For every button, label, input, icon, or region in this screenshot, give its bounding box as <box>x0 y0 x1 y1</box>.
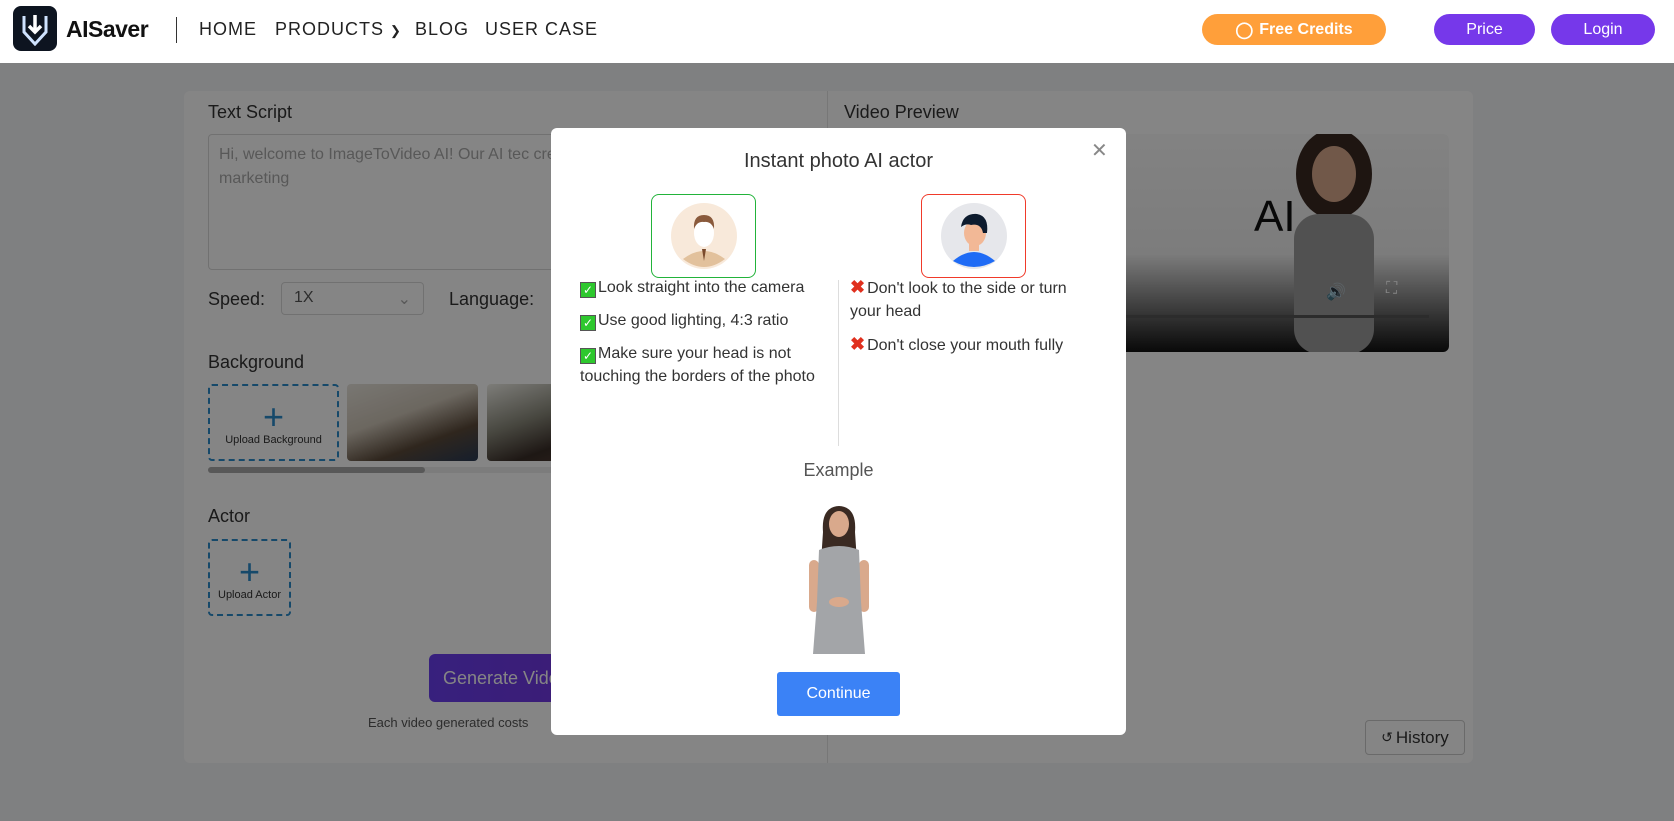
bad-example-avatar <box>921 194 1026 278</box>
do-item-text: Look straight into the camera <box>598 279 805 296</box>
do-item-text: Make sure your head is not touching the … <box>580 345 815 385</box>
nav-products[interactable]: PRODUCTS ❯ <box>275 19 402 40</box>
nav-products-label: PRODUCTS <box>275 19 385 39</box>
nav-user-case[interactable]: USER CASE <box>485 19 598 40</box>
front-facing-person-icon <box>670 203 737 269</box>
modal-title: Instant photo AI actor <box>743 150 933 172</box>
continue-button[interactable]: Continue <box>777 672 900 716</box>
login-button[interactable]: Login <box>1551 14 1655 45</box>
divider <box>176 17 177 43</box>
instant-photo-modal: Instant photo AI actor ✕ ✓ Look straight … <box>551 128 1126 735</box>
example-actor-image <box>809 506 869 654</box>
close-icon[interactable]: ✕ <box>1091 138 1108 163</box>
side-facing-person-icon <box>940 203 1007 269</box>
free-credits-label: Free Credits <box>1259 20 1353 38</box>
nav-blog[interactable]: BLOG <box>415 19 469 40</box>
nav-home[interactable]: HOME <box>199 19 257 40</box>
check-icon: ✓ <box>580 348 596 364</box>
do-item: ✓ Make sure your head is not touching the… <box>580 342 830 388</box>
price-button[interactable]: Price <box>1434 14 1535 45</box>
check-icon: ✓ <box>580 315 596 331</box>
good-example-avatar <box>651 194 756 278</box>
free-credits-button[interactable]: ◯ Free Credits <box>1202 14 1386 45</box>
dont-item-text: Don't look to the side or turn your head <box>850 280 1067 320</box>
cross-icon: ✖ <box>850 277 866 297</box>
dont-item: ✖ Don't close your mouth fully <box>850 333 1100 357</box>
chevron-down-icon: ❯ <box>390 23 402 38</box>
example-label: Example <box>803 460 874 480</box>
check-icon: ✓ <box>580 282 596 298</box>
modal-divider <box>838 280 839 446</box>
download-shield-icon <box>22 14 48 46</box>
do-item: ✓ Look straight into the camera <box>580 276 830 299</box>
do-item-text: Use good lighting, 4:3 ratio <box>598 312 789 329</box>
cross-icon: ✖ <box>850 334 866 354</box>
dont-item-text: Don't close your mouth fully <box>867 337 1064 354</box>
top-nav: AISaver HOME PRODUCTS ❯ BLOG USER CASE ◯… <box>0 0 1674 63</box>
dont-list: ✖ Don't look to the side or turn your hea… <box>850 276 1100 367</box>
coins-icon: ◯ <box>1235 21 1254 39</box>
brand-name: AISaver <box>66 16 149 42</box>
do-list: ✓ Look straight into the camera ✓ Use good… <box>580 276 830 398</box>
dont-item: ✖ Don't look to the side or turn your hea… <box>850 276 1100 323</box>
logo[interactable] <box>13 6 57 51</box>
do-item: ✓ Use good lighting, 4:3 ratio <box>580 309 830 332</box>
